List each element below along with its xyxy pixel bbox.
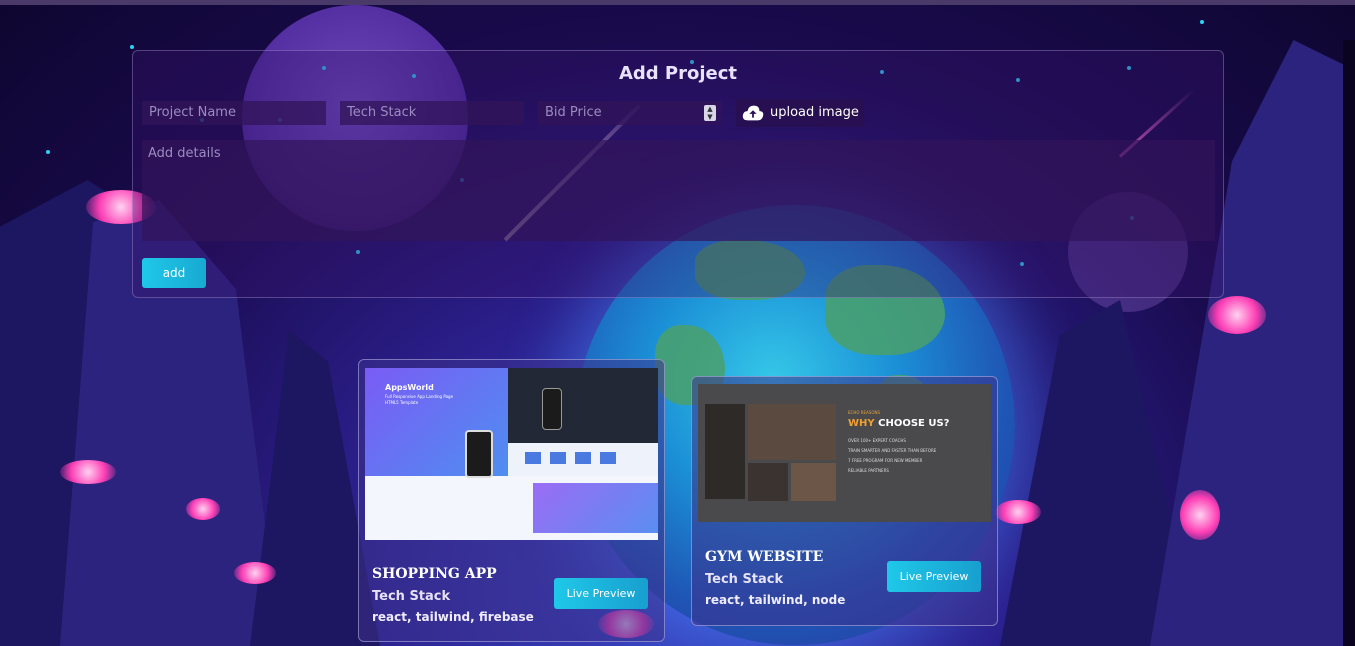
apps-brand: AppsWorld <box>385 383 434 392</box>
gym-website-thumbnail: ECHO REASONS WHY CHOOSE US? OVER 100+ EX… <box>698 384 991 522</box>
project-name-input[interactable]: Project Name <box>142 101 326 125</box>
card-tech-stack: react, tailwind, node <box>705 593 846 607</box>
add-project-form: Add Project Project Name Tech Stack Bid … <box>132 50 1224 298</box>
card-title: GYM WEBSITE <box>705 549 824 565</box>
shopping-app-thumbnail: AppsWorld Full Responsive App Landing Pa… <box>365 368 658 540</box>
form-title: Add Project <box>618 63 738 84</box>
gym-heading: WHY CHOOSE US? <box>848 418 950 429</box>
live-preview-button[interactable]: Live Preview <box>554 578 648 609</box>
bid-price-input[interactable]: Bid Price ▲ ▼ <box>538 101 722 125</box>
gym-bullets: OVER 100+ EXPERT COACHS TRAIN SMARTER AN… <box>848 438 937 473</box>
card-title: SHOPPING APP <box>372 566 497 582</box>
card-subtitle: Tech Stack <box>372 589 451 604</box>
card-tech-stack: react, tailwind, firebase <box>372 610 534 624</box>
bid-price-placeholder: Bid Price <box>545 105 602 120</box>
gym-kicker: ECHO REASONS <box>848 410 881 415</box>
upload-image-button[interactable]: upload image <box>736 99 864 127</box>
cloud-upload-icon <box>742 105 764 121</box>
project-card-shopping-app: AppsWorld Full Responsive App Landing Pa… <box>358 359 665 642</box>
window-top-bar <box>0 0 1355 5</box>
card-subtitle: Tech Stack <box>705 572 784 587</box>
apps-tagline1: Full Responsive App Landing Page <box>385 394 454 399</box>
number-spinner-icon[interactable]: ▲ ▼ <box>704 105 716 121</box>
apps-tagline2: HTML5 Template <box>385 400 419 405</box>
live-preview-button[interactable]: Live Preview <box>887 561 981 592</box>
tech-stack-input[interactable]: Tech Stack <box>340 101 524 125</box>
details-textarea[interactable]: Add details <box>142 140 1215 241</box>
right-edge-shadow <box>1343 40 1355 646</box>
add-button[interactable]: add <box>142 258 206 288</box>
upload-image-label: upload image <box>770 105 859 120</box>
project-card-gym-website: ECHO REASONS WHY CHOOSE US? OVER 100+ EX… <box>691 376 998 626</box>
